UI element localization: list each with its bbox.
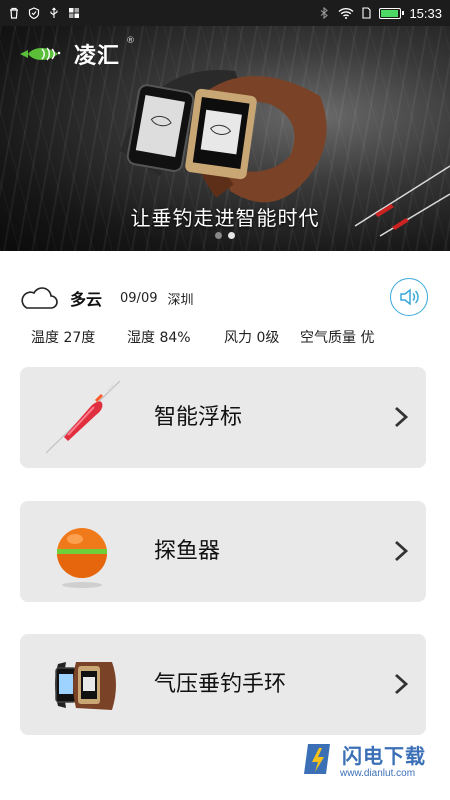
menu-card-fish-finder[interactable]: 探鱼器 (20, 501, 426, 602)
weather-details: 温度 27度 湿度 84% 风力 0级 空气质量 优 (31, 327, 431, 347)
cloud-icon (21, 287, 58, 309)
weather-air-quality: 空气质量 优 (300, 330, 375, 346)
status-icons-right: 15:33 (318, 6, 442, 21)
chevron-right-icon (395, 406, 409, 428)
battery-icon (379, 7, 405, 19)
chevron-right-icon (395, 673, 409, 695)
site-watermark: 闪电下载 www.dianlut.com (300, 736, 440, 786)
battery-fill (381, 9, 399, 17)
menu-label: 气压垂钓手环 (154, 672, 287, 697)
menu-label: 探鱼器 (154, 539, 221, 564)
weather-date: 09/09 (120, 290, 158, 306)
status-bar: 15:33 (0, 0, 450, 26)
watermark-title: 闪电下载 (342, 744, 426, 768)
menu-card-smart-float[interactable]: 智能浮标 (20, 367, 426, 468)
usb-icon (50, 7, 58, 18)
weather-city: 深圳 (167, 292, 194, 308)
smart-float-icon (45, 380, 121, 454)
weather-temperature: 温度 27度 (31, 330, 96, 346)
menu-label: 智能浮标 (154, 405, 243, 430)
apps-icon (69, 8, 79, 18)
weather-wind: 风力 0级 (224, 330, 280, 346)
wifi-icon (338, 7, 354, 19)
carousel-indicator (0, 232, 450, 239)
menu-card-smart-band[interactable]: 气压垂钓手环 (20, 634, 426, 735)
status-icons-left (8, 7, 80, 19)
carousel-dot[interactable] (215, 232, 222, 239)
status-time: 15:33 (409, 5, 442, 21)
smart-band-icon (55, 662, 116, 710)
trash-icon (10, 7, 18, 19)
sim-icon (362, 7, 372, 19)
weather-summary: 多云 09/09 深圳 (18, 278, 432, 318)
voice-broadcast-button[interactable] (390, 278, 428, 316)
weather-humidity: 湿度 84% (127, 330, 191, 346)
promo-banner[interactable]: 凌汇 ® 让垂钓走进智能时代 (0, 26, 450, 251)
fish-finder-icon (57, 528, 107, 588)
chevron-right-icon (395, 540, 409, 562)
weather-condition: 多云 (70, 290, 103, 309)
brown-watch-image (185, 76, 327, 203)
watermark-url: www.dianlut.com (340, 768, 416, 779)
bluetooth-icon (321, 7, 329, 19)
lightning-logo-icon (304, 744, 330, 774)
banner-slogan: 让垂钓走进智能时代 (130, 206, 320, 230)
carousel-dot-active[interactable] (228, 232, 235, 239)
speaker-icon (400, 288, 419, 306)
shield-icon (28, 7, 40, 19)
